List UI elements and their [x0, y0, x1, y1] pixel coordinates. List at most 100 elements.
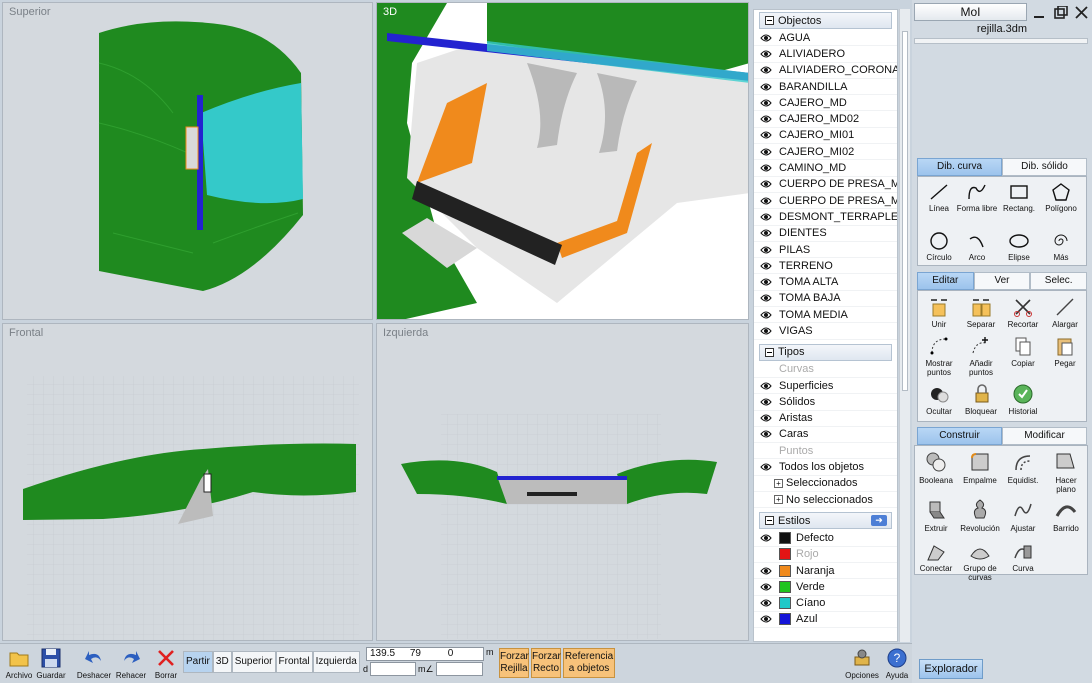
undo-button[interactable]: Deshacer [74, 647, 114, 680]
layer-row[interactable]: CAJERO_MD [754, 95, 897, 112]
style-row[interactable]: Defecto [754, 530, 897, 547]
copy-tool[interactable]: Copiar [1002, 335, 1044, 368]
polygon-tool[interactable]: Polígono [1040, 182, 1082, 213]
eye-icon[interactable] [760, 65, 772, 75]
style-row[interactable]: Azul [754, 612, 897, 629]
app-menu-button[interactable]: MoI [914, 3, 1027, 21]
history-tool[interactable]: Historial [1002, 383, 1044, 416]
eye-icon[interactable] [760, 566, 772, 576]
eye-icon[interactable] [760, 245, 772, 255]
style-swatch[interactable] [779, 597, 791, 610]
eye-icon[interactable] [760, 82, 772, 92]
file-button[interactable]: Archivo [4, 647, 34, 680]
types-section-header[interactable]: Tipos [759, 343, 892, 361]
view-3d-button[interactable]: 3D [212, 651, 232, 673]
eye-icon[interactable] [760, 277, 772, 287]
eye-icon[interactable] [760, 310, 772, 320]
eye-icon[interactable] [760, 98, 772, 108]
eye-icon[interactable] [760, 163, 772, 173]
layer-row[interactable]: ALIVIADERO [754, 46, 897, 63]
save-button[interactable]: Guardar [34, 647, 68, 680]
distance-input[interactable] [370, 662, 416, 676]
eye-icon[interactable] [760, 429, 772, 439]
expand-icon[interactable]: + [774, 478, 783, 488]
eye-icon[interactable] [760, 228, 772, 238]
eye-icon[interactable] [760, 33, 772, 43]
angle-input[interactable] [436, 662, 483, 676]
ellipse-tool[interactable]: Elipse [998, 231, 1040, 262]
eye-icon[interactable] [760, 130, 772, 140]
layer-row[interactable]: CAJERO_MD02 [754, 111, 897, 128]
layer-row[interactable]: TOMA BAJA [754, 291, 897, 308]
freeform-tool[interactable]: Forma libre [956, 182, 998, 213]
style-swatch[interactable] [779, 613, 791, 626]
help-button[interactable]: ? Ayuda [882, 647, 912, 680]
eye-icon[interactable] [760, 212, 772, 222]
add-points-tool[interactable]: Añadir puntos [960, 335, 1002, 377]
arc-tool[interactable]: Arco [956, 231, 998, 262]
eye-icon[interactable] [760, 614, 772, 624]
coordinate-input[interactable]: 139.5 79 0 [366, 647, 484, 661]
eye-icon[interactable] [760, 598, 772, 608]
scrollbar-thumb[interactable] [902, 31, 908, 391]
tab-draw-solid[interactable]: Dib. sólido [1002, 158, 1087, 176]
type-row[interactable]: Curvas [754, 362, 897, 378]
view-top-button[interactable]: Superior [231, 651, 276, 673]
eye-icon[interactable] [760, 381, 772, 391]
style-swatch[interactable] [779, 548, 791, 561]
tab-modify[interactable]: Modificar [1002, 427, 1087, 445]
style-row[interactable]: Cíano [754, 596, 897, 612]
curve-tool[interactable]: Curva [1002, 542, 1044, 573]
objects-section-header[interactable]: Objectos [759, 12, 892, 29]
eye-icon[interactable] [760, 462, 772, 472]
curve-group-tool[interactable]: Grupo de curvas [959, 542, 1001, 582]
revolve-tool[interactable]: Revolución [959, 498, 1001, 533]
eye-icon[interactable] [760, 261, 772, 271]
extend-tool[interactable]: Alargar [1044, 296, 1086, 329]
layer-row[interactable]: TOMA ALTA [754, 274, 897, 291]
layer-row[interactable]: CAJERO_MI02 [754, 144, 897, 161]
sweep-tool[interactable]: Barrido [1045, 498, 1087, 533]
type-row[interactable]: Sólidos [754, 394, 897, 411]
join-tool[interactable]: Unir [918, 296, 960, 329]
layer-row[interactable]: CAMINO_MD [754, 160, 897, 177]
viewport-front[interactable]: Frontal [2, 323, 373, 641]
options-button[interactable]: Opciones [842, 647, 882, 680]
style-row[interactable]: Verde [754, 579, 897, 596]
eye-icon[interactable] [760, 49, 772, 59]
eye-icon[interactable] [760, 179, 772, 189]
rectangle-tool[interactable]: Rectang. [998, 182, 1040, 213]
view-left-button[interactable]: Izquierda [312, 651, 360, 673]
view-front-button[interactable]: Frontal [275, 651, 313, 673]
collapse-icon[interactable] [765, 347, 774, 357]
eye-icon[interactable] [760, 326, 772, 336]
layer-row[interactable]: TOMA MEDIA [754, 307, 897, 324]
eye-icon[interactable] [760, 196, 772, 206]
style-swatch[interactable] [779, 531, 791, 544]
eye-icon[interactable] [760, 533, 772, 543]
styles-section-header[interactable]: Estilos ➜ [759, 512, 892, 530]
eye-icon[interactable] [760, 147, 772, 157]
paste-tool[interactable]: Pegar [1044, 335, 1086, 368]
style-swatch[interactable] [779, 580, 791, 593]
layer-row[interactable]: AGUA [754, 30, 897, 47]
type-row[interactable]: Puntos [754, 443, 897, 460]
loft-tool[interactable]: Ajustar [1002, 498, 1044, 533]
object-snap-button[interactable]: Referencia a objetos [563, 648, 615, 678]
offset-tool[interactable]: Equidist. [1002, 450, 1044, 485]
style-row[interactable]: Naranja [754, 563, 897, 580]
planar-tool[interactable]: Hacer plano [1045, 450, 1087, 494]
style-row[interactable]: Rojo [754, 547, 897, 563]
arrow-right-icon[interactable]: ➜ [871, 515, 887, 527]
layer-row[interactable]: CAJERO_MI01 [754, 128, 897, 145]
layer-row[interactable]: VIGAS [754, 323, 897, 340]
redo-button[interactable]: Rehacer [112, 647, 150, 680]
style-swatch[interactable] [779, 564, 791, 577]
tab-view[interactable]: Ver [973, 272, 1031, 290]
type-row[interactable]: Todos los objetos [754, 459, 897, 476]
type-row[interactable]: Superficies [754, 378, 897, 395]
tab-edit[interactable]: Editar [917, 272, 974, 290]
line-tool[interactable]: Línea [918, 182, 960, 213]
eye-icon[interactable] [760, 397, 772, 407]
type-row[interactable]: Aristas [754, 411, 897, 427]
